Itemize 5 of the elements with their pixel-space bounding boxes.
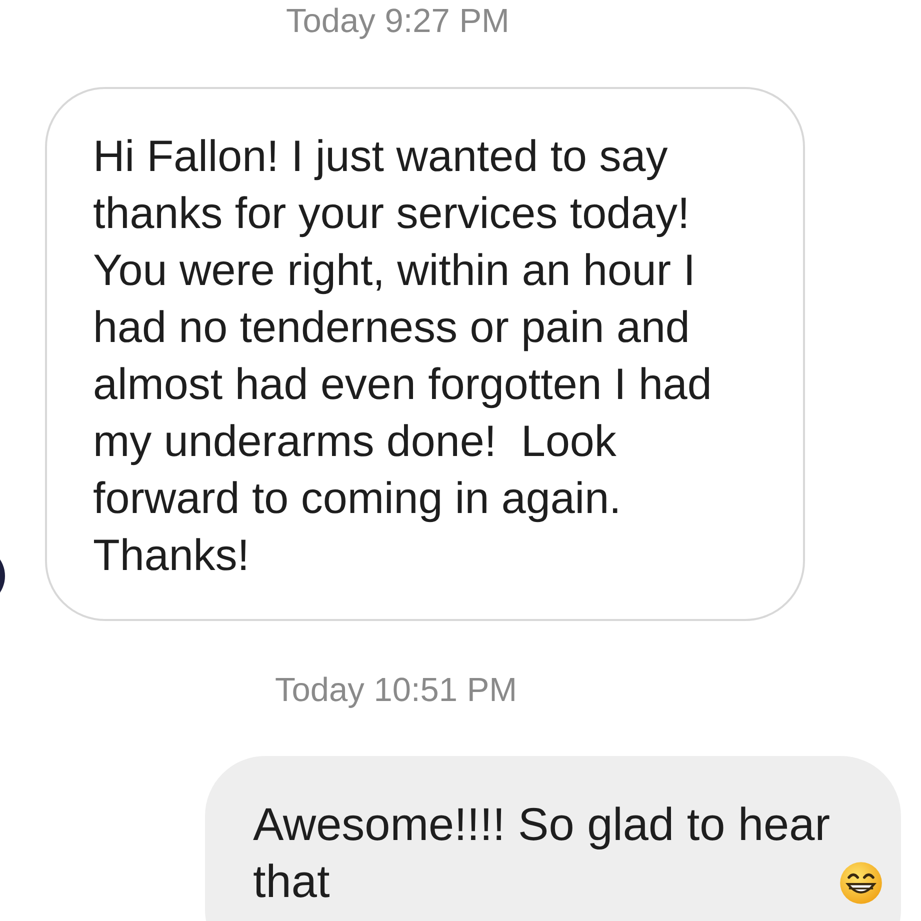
timestamp: Today 10:51 PM bbox=[275, 671, 518, 711]
received-message: Hi Fallon! I just wanted to say thanks for your services today! You were right, within an hour I had no tenderness or pain and almost had even forgotten I had my underarms done! Look forward to coming in again. Thanks! bbox=[45, 87, 805, 621]
timestamp: Today 9:27 PM bbox=[286, 2, 510, 42]
message-text: Awesome!!!! So glad to hear that bbox=[253, 797, 832, 909]
grinning-emoji-icon bbox=[839, 861, 883, 905]
